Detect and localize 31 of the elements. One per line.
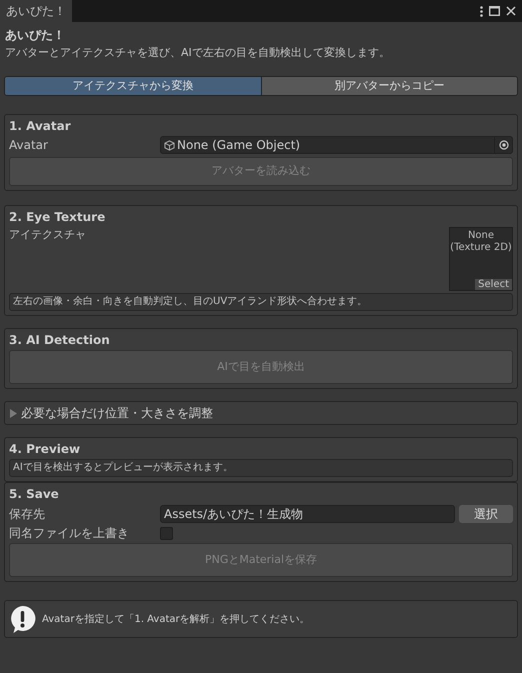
- window-tab[interactable]: あいぴた！: [0, 0, 72, 22]
- select-button[interactable]: Select: [475, 279, 512, 290]
- close-icon[interactable]: [506, 6, 516, 16]
- target-icon[interactable]: [498, 140, 508, 150]
- field-label: 保存先: [9, 506, 46, 522]
- field-label: アイテクスチャ: [9, 227, 86, 243]
- header-title: あいぴた！: [4, 27, 66, 44]
- maximize-icon[interactable]: [489, 6, 500, 16]
- info-note: 左右の画像・余白・向きを自動判定し、目のUVアイランド形状へ合わせます。: [9, 293, 513, 311]
- section-title: 3. AI Detection: [9, 332, 111, 349]
- object-field[interactable]: None (Game Object): [160, 136, 513, 154]
- description-text: アバターとアイテクスチャを選び、AIで左右の目を自動検出して変換します。: [4, 45, 391, 61]
- collapsed-arrow-icon: [9, 408, 18, 418]
- field-label: Avatar: [9, 137, 49, 154]
- adjust-foldout[interactable]: 必要な場合だけ位置・大きさを調整: [4, 401, 518, 425]
- info-note: AIで目を検出するとプレビューが表示されます。: [9, 459, 513, 477]
- browse-button[interactable]: 選択: [459, 504, 513, 522]
- field-label: 同名ファイルを上書き: [9, 525, 130, 542]
- section-title: 1. Avatar: [9, 118, 72, 135]
- overwrite-checkbox[interactable]: [160, 526, 173, 540]
- cube-icon: [164, 140, 175, 150]
- section-title: 4. Preview: [9, 441, 82, 458]
- section-title: 5. Save: [9, 486, 60, 503]
- section-title: 2. Eye Texture: [9, 209, 106, 226]
- texture-slot[interactable]: None (Texture 2D) Select: [449, 227, 513, 291]
- mode-tab[interactable]: アイテクスチャから変換: [5, 77, 260, 95]
- warning-icon: [9, 604, 36, 634]
- path-field[interactable]: Assets/あいぴた！生成物: [160, 504, 455, 522]
- help-box: Avatarを指定して「1. Avatarを解析」を押してください。: [4, 600, 518, 638]
- more-icon[interactable]: [480, 6, 483, 16]
- mode-tab[interactable]: 別アバターからコピー: [260, 77, 517, 95]
